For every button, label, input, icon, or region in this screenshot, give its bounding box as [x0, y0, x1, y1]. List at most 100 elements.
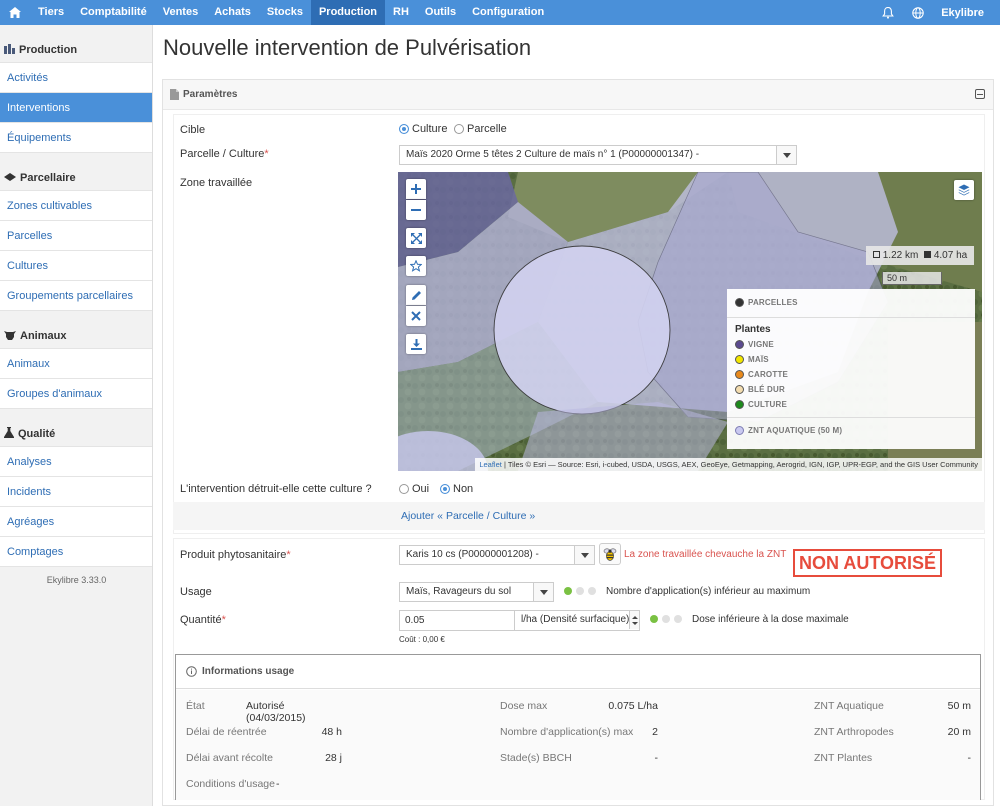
info-value: Autorisé (04/03/2015) [246, 700, 306, 724]
sidebar-item-analyses[interactable]: Analyses [0, 447, 152, 477]
star-icon [410, 260, 422, 272]
download-icon [410, 338, 422, 350]
status-dot [588, 587, 596, 595]
import-button[interactable] [406, 334, 426, 354]
sidebar-item-equipements[interactable]: Équipements [0, 123, 152, 153]
bell-icon [882, 6, 895, 19]
legend-separator [727, 417, 975, 418]
destroy-radio-oui[interactable]: Oui [399, 483, 429, 495]
zoom-in-button[interactable] [406, 179, 426, 199]
info-value: 20 m [947, 726, 971, 738]
status-dot-green [650, 615, 658, 623]
info-value: 0.075 L/ha [608, 700, 658, 712]
sidebar-item-incidents[interactable]: Incidents [0, 477, 152, 507]
quantity-label: Quantité* [180, 614, 226, 626]
intervention-form: Paramètres Cible Culture Parcelle Parcel… [162, 79, 994, 806]
home-button[interactable] [0, 0, 30, 25]
sidebar-item-parcelles[interactable]: Parcelles [0, 221, 152, 251]
draw-button[interactable] [406, 285, 426, 305]
radio-selected-icon [440, 484, 450, 495]
usage-select[interactable]: Maïs, Ravageurs du sol [399, 582, 554, 602]
measure-area: 4.07 ha [923, 250, 967, 261]
zoom-out-button[interactable] [406, 200, 426, 220]
radio-selected-icon [399, 124, 409, 135]
usage-label: Usage [180, 586, 212, 598]
params-title: Paramètres [183, 89, 238, 100]
info-value: - [276, 778, 280, 790]
leaflet-link[interactable]: Leaflet [479, 460, 502, 469]
minus-icon [411, 209, 421, 211]
caret-down-icon [776, 146, 796, 164]
zone-label: Zone travaillée [180, 177, 253, 189]
sidebar-section-1: Parcellaire [0, 168, 80, 188]
status-dot-green [564, 587, 572, 595]
cible-radio-parcelle[interactable]: Parcelle [454, 123, 507, 135]
legend-plante-item: VIGNE [735, 337, 967, 352]
delete-shape-button[interactable] [406, 306, 426, 326]
quantity-unit-select[interactable]: l/ha (Densité surfacique) [514, 610, 640, 631]
layers-button[interactable] [954, 180, 974, 200]
destroy-radio-non[interactable]: Non [440, 483, 473, 495]
sidebar-item-cultures[interactable]: Cultures [0, 251, 152, 281]
info-key: État [186, 700, 205, 712]
nav-comptabilite[interactable]: Comptabilité [72, 0, 155, 25]
square-outline-icon [872, 251, 880, 258]
info-value: 28 j [325, 752, 342, 764]
parcelle-select[interactable]: Maïs 2020 Orme 5 têtes 2 Culture de maïs… [399, 145, 797, 165]
sidebar-item-activites[interactable]: Activités [0, 63, 152, 93]
product-select[interactable]: Karis 10 cs (P00000001208) - [399, 545, 595, 565]
pencil-icon [411, 290, 421, 300]
plus-icon [411, 184, 421, 194]
sidebar-item-zones-cultivables[interactable]: Zones cultivables [0, 191, 152, 221]
document-icon [170, 89, 179, 100]
sidebar-item-groupements-parcellaires[interactable]: Groupements parcellaires [0, 281, 152, 311]
info-key: ZNT Aquatique [814, 700, 884, 712]
cow-icon [4, 330, 16, 343]
caret-down-icon [533, 583, 553, 601]
favorite-button[interactable] [406, 256, 426, 276]
add-bar [173, 502, 985, 530]
sidebar-item-animaux[interactable]: Animaux [0, 349, 152, 379]
radio-empty-icon [454, 124, 464, 135]
app-version: Ekylibre 3.33.0 [46, 575, 107, 585]
user-menu[interactable]: Ekylibre [933, 7, 1000, 19]
collapse-button[interactable] [975, 89, 985, 99]
legend-swatch [735, 385, 744, 394]
info-value: - [967, 752, 972, 764]
info-usage-panel: Informations usage État Autorisé (04/03/2… [175, 654, 981, 800]
legend-swatch [735, 400, 744, 409]
nav-production[interactable]: Production [310, 0, 386, 25]
top-navigation: Tiers Comptabilité Ventes Achats Stocks Produ… [0, 0, 1000, 25]
nav-ventes[interactable]: Ventes [155, 0, 206, 25]
nav-rh[interactable]: RH [385, 0, 417, 25]
legend-plantes-title: Plantes [735, 324, 771, 335]
quantity-status-indicator [650, 615, 682, 623]
nav-tiers[interactable]: Tiers [30, 0, 72, 25]
nav-stocks[interactable]: Stocks [259, 0, 311, 25]
fullscreen-button[interactable] [406, 228, 426, 248]
nav-configuration[interactable]: Configuration [464, 0, 552, 25]
globe-icon [912, 6, 924, 19]
main-content: Nouvelle intervention de Pulvérisation P… [153, 25, 1000, 806]
notifications-button[interactable] [873, 0, 903, 25]
sidebar-item-groupes-d-animaux[interactable]: Groupes d'animaux [0, 379, 152, 409]
nav-achats[interactable]: Achats [206, 0, 259, 25]
language-button[interactable] [903, 0, 933, 25]
sidebar-item-agreages[interactable]: Agréages [0, 507, 152, 537]
status-dot [576, 587, 584, 595]
info-usage-grid: État Autorisé (04/03/2015) Dose max 0.075 L… [176, 690, 980, 800]
sidebar-item-comptages[interactable]: Comptages [0, 537, 152, 567]
map-view[interactable]: 1.22 km 4.07 ha 50 m PARCELLES Plantes V… [398, 172, 982, 471]
measure-box: 1.22 km 4.07 ha [866, 246, 974, 265]
legend-swatch [735, 298, 744, 307]
nav-outils[interactable]: Outils [417, 0, 464, 25]
bee-icon [599, 543, 621, 565]
legend-swatch [735, 426, 744, 435]
add-parcelle-link[interactable]: Ajouter « Parcelle / Culture » [401, 510, 535, 522]
parcelle-label: Parcelle / Culture* [180, 148, 269, 160]
sidebar-item-interventions[interactable]: Interventions [0, 93, 152, 123]
cible-radio-culture[interactable]: Culture [399, 123, 447, 135]
flask-icon [4, 427, 14, 441]
quantity-input[interactable]: 0.05 [399, 610, 515, 631]
legend-separator [727, 317, 975, 318]
